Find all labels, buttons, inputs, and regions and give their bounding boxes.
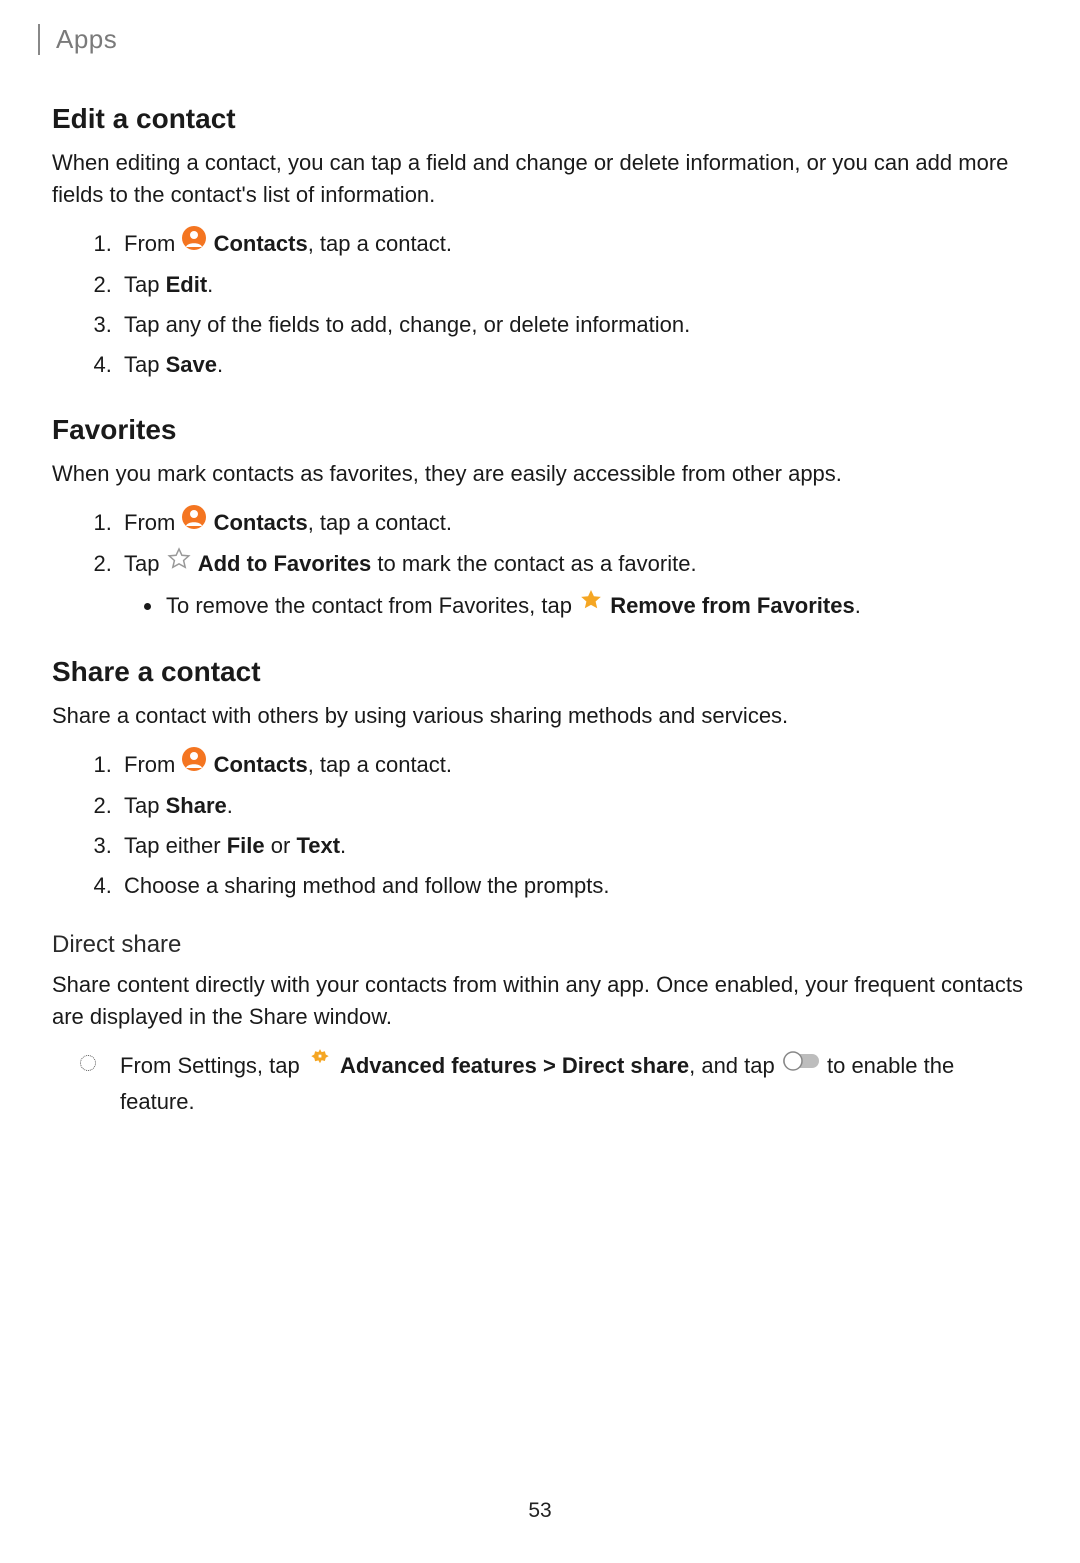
step-3: Tap either File or Text. [118,829,1028,863]
step-3: Tap any of the fields to add, change, or… [118,308,1028,342]
star-filled-icon [579,588,603,622]
step-1: From Settings, tap Advanced features > D… [100,1049,1028,1119]
steps-direct-share: From Settings, tap Advanced features > D… [52,1049,1028,1119]
step-2: Tap Edit. [118,268,1028,302]
steps-favorites: From Contacts, tap a contact. Tap Add to… [52,506,1028,624]
step-2: Tap Share. [118,789,1028,823]
heading-direct-share: Direct share [52,931,1028,959]
steps-share-contact: From Contacts, tap a contact. Tap Share.… [52,748,1028,904]
heading-share-contact: Share a contact [52,656,1028,688]
substeps-favorites: To remove the contact from Favorites, ta… [124,589,1028,624]
breadcrumb-label: Apps [56,24,117,54]
advanced-gear-icon [307,1047,333,1083]
step-4: Choose a sharing method and follow the p… [118,869,1028,903]
contacts-icon [182,226,206,260]
intro-share-contact: Share a contact with others by using var… [52,700,1028,732]
step-1: From Contacts, tap a contact. [118,506,1028,541]
step-1: From Contacts, tap a contact. [118,227,1028,262]
page-container: Apps Edit a contact When editing a conta… [0,0,1080,1563]
star-outline-icon [167,547,191,581]
intro-direct-share: Share content directly with your contact… [52,969,1028,1033]
heading-edit-contact: Edit a contact [52,103,1028,135]
heading-favorites: Favorites [52,414,1028,446]
contacts-icon [182,747,206,781]
page-number: 53 [52,1499,1028,1523]
intro-favorites: When you mark contacts as favorites, the… [52,458,1028,490]
steps-edit-contact: From Contacts, tap a contact. Tap Edit. … [52,227,1028,383]
step-2: Tap Add to Favorites to mark the contact… [118,547,1028,623]
toggle-icon [782,1048,820,1082]
breadcrumb: Apps [38,24,1028,55]
contacts-icon [182,505,206,539]
substep-1: To remove the contact from Favorites, ta… [164,589,1028,624]
step-1: From Contacts, tap a contact. [118,748,1028,783]
intro-edit-contact: When editing a contact, you can tap a fi… [52,147,1028,211]
step-4: Tap Save. [118,348,1028,382]
